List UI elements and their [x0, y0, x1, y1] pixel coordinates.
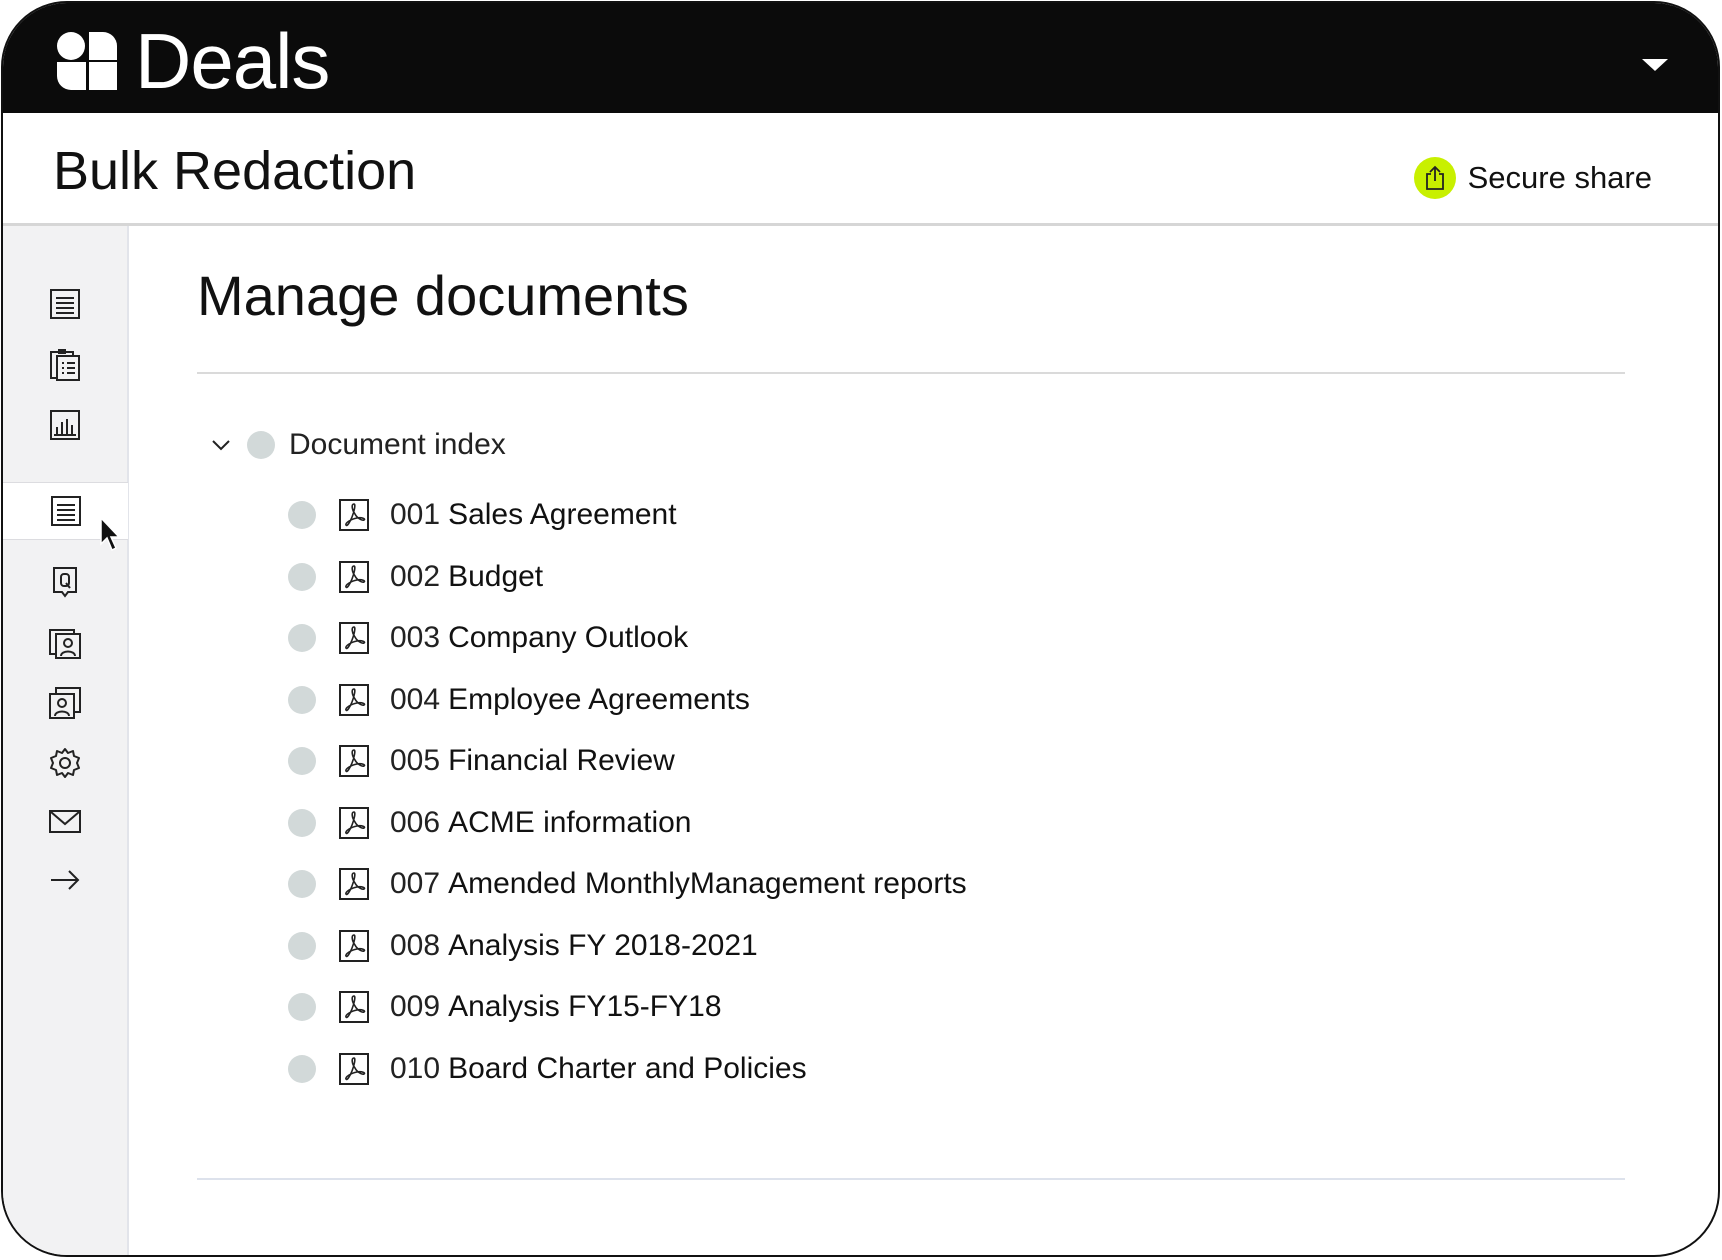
secure-share-button[interactable]: Secure share	[1413, 155, 1652, 201]
secure-share-label: Secure share	[1467, 160, 1652, 195]
status-dot[interactable]	[288, 808, 316, 837]
pdf-icon	[338, 990, 370, 1024]
document-name[interactable]: Budget	[448, 560, 543, 594]
document-name[interactable]: Analysis FY15-FY18	[448, 990, 721, 1024]
document-number: 004	[390, 682, 441, 716]
status-dot[interactable]	[288, 562, 316, 591]
divider	[197, 1178, 1625, 1180]
q-and-a-icon	[53, 567, 77, 598]
page-header: Bulk Redaction Secure share	[3, 113, 1718, 226]
app-title: Deals	[135, 17, 330, 105]
pdf-icon	[338, 867, 370, 901]
document-row[interactable]: 009 Analysis FY15-FY18	[288, 985, 722, 1029]
sidebar-item-user[interactable]	[3, 615, 127, 671]
page-title: Bulk Redaction	[53, 141, 417, 201]
status-dot[interactable]	[288, 501, 316, 529]
sidebar-item-overview[interactable]	[3, 276, 127, 332]
document-name[interactable]: ACME information	[448, 806, 691, 840]
top-bar: Deals	[3, 3, 1718, 113]
status-dot[interactable]	[288, 931, 316, 960]
sidebar-item-users[interactable]	[3, 675, 127, 731]
sidebar-item-expand[interactable]	[3, 852, 127, 908]
pdf-icon	[338, 621, 370, 655]
sidebar-item-tasks[interactable]	[3, 336, 127, 392]
document-name[interactable]: Amended MonthlyManagement reports	[448, 867, 967, 901]
status-dot[interactable]	[247, 431, 275, 459]
chevron-down-icon[interactable]	[1640, 55, 1670, 75]
document-number: 005	[390, 744, 441, 777]
document-row[interactable]: 006 ACME information	[288, 801, 691, 845]
pdf-icon	[338, 744, 370, 778]
users-folder-icon	[49, 687, 81, 719]
status-dot[interactable]	[288, 747, 316, 775]
document-name[interactable]: Company Outlook	[448, 621, 688, 655]
arrow-right-icon	[51, 870, 80, 890]
document-number: 002	[390, 559, 441, 593]
document-row[interactable]: 010 Board Charter and Policies	[288, 1047, 807, 1091]
document-row[interactable]: 002 Budget	[288, 555, 543, 599]
status-dot[interactable]	[288, 1054, 316, 1083]
mail-icon	[49, 810, 81, 833]
document-name[interactable]: Employee Agreements	[448, 683, 750, 717]
pdf-icon	[338, 683, 370, 717]
divider	[197, 372, 1625, 374]
document-row[interactable]: 007 Amended MonthlyManagement reports	[288, 862, 967, 906]
document-name[interactable]: Financial Review	[448, 744, 675, 778]
deals-logo-icon	[57, 32, 117, 90]
sidebar-item-qna[interactable]	[3, 554, 127, 610]
status-dot[interactable]	[288, 870, 316, 898]
document-number: 010	[390, 1051, 441, 1085]
share-icon	[1413, 157, 1456, 199]
user-folder-icon	[49, 629, 81, 659]
sidebar	[3, 226, 129, 1255]
mouse-cursor-icon	[100, 517, 121, 552]
gear-icon	[50, 748, 80, 778]
document-number: 003	[390, 621, 441, 654]
app-window: Deals Bulk Redaction Secure share Manage…	[1, 1, 1720, 1257]
document-number: 007	[390, 867, 441, 900]
document-row[interactable]: 008 Analysis FY 2018-2021	[288, 924, 758, 968]
sidebar-item-reports[interactable]	[3, 397, 127, 453]
document-row[interactable]: 004 Employee Agreements	[288, 678, 750, 722]
chevron-down-icon[interactable]	[209, 433, 233, 457]
sidebar-item-messages[interactable]	[3, 793, 127, 849]
document-name[interactable]: Sales Agreement	[448, 498, 676, 532]
document-index-label: Document index	[289, 428, 506, 461]
status-dot[interactable]	[288, 993, 316, 1021]
document-row[interactable]: 005 Financial Review	[288, 739, 675, 783]
pdf-icon	[338, 498, 370, 532]
document-number: 006	[390, 805, 441, 839]
status-dot[interactable]	[288, 624, 316, 652]
bar-chart-icon	[50, 410, 80, 440]
status-dot[interactable]	[288, 685, 316, 714]
document-index-row[interactable]: Document index	[209, 423, 506, 467]
pdf-icon	[338, 806, 370, 840]
document-list-icon	[50, 496, 81, 526]
document-number: 009	[390, 990, 441, 1023]
pdf-icon	[338, 929, 370, 963]
document-number: 001	[390, 498, 441, 531]
document-name[interactable]: Board Charter and Policies	[448, 1052, 807, 1086]
main-title: Manage documents	[197, 264, 689, 327]
document-row[interactable]: 001 Sales Agreement	[288, 493, 677, 537]
pdf-icon	[338, 560, 370, 594]
document-number: 008	[390, 928, 441, 962]
sidebar-item-settings[interactable]	[3, 735, 127, 791]
pdf-icon	[338, 1052, 370, 1086]
list-icon	[50, 289, 80, 319]
document-name[interactable]: Analysis FY 2018-2021	[448, 929, 758, 963]
document-row[interactable]: 003 Company Outlook	[288, 616, 688, 660]
clipboard-icon	[50, 349, 80, 381]
